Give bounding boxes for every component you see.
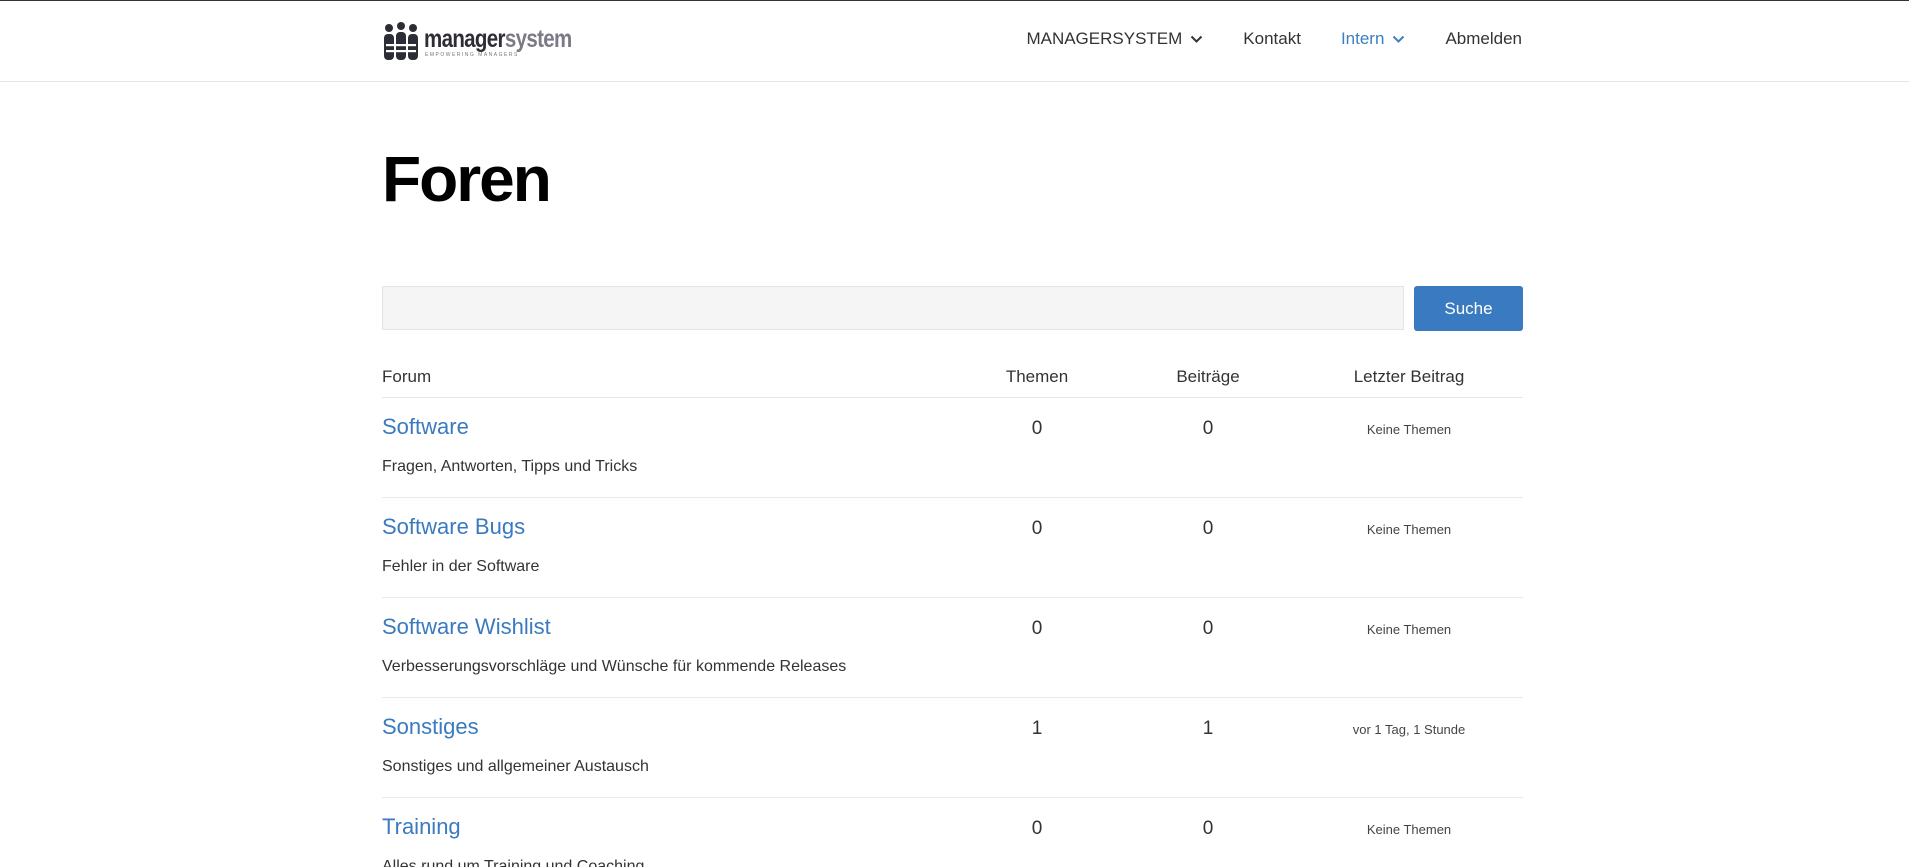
site-header: managersystem EMPOWERING MANAGERS MANAGE… <box>0 1 1909 82</box>
forum-link-training[interactable]: Training <box>382 814 461 840</box>
last-post-value: Keine Themen <box>1366 622 1452 637</box>
topic-count-value: 0 <box>1031 518 1043 539</box>
forum-description: Sonstiges und allgemeiner Austausch <box>382 758 649 775</box>
table-row: Software Wishlist Verbesserungsvorschläg… <box>382 598 1523 698</box>
page: managersystem EMPOWERING MANAGERS MANAGE… <box>0 0 1909 867</box>
post-count-value: 0 <box>1202 418 1214 439</box>
search-input[interactable] <box>382 286 1404 330</box>
nav-item-label: Intern <box>1340 29 1385 48</box>
column-header-forum: Forum <box>382 367 431 387</box>
forum-description: Fehler in der Software <box>382 558 540 575</box>
column-header-label: Beiträge <box>1176 367 1240 386</box>
column-header-label: Forum <box>382 367 432 386</box>
topic-count-value: 0 <box>1031 818 1043 839</box>
topic-count-value: 0 <box>1031 418 1043 439</box>
forum-table: Forum Themen Beiträge Letzter Beitrag So… <box>382 363 1523 867</box>
forum-description: Verbesserungsvorschläge und Wünsche für … <box>382 658 847 675</box>
last-post-value: Keine Themen <box>1366 422 1452 437</box>
page-title: Foren <box>382 143 552 215</box>
column-header-label: Themen <box>1005 367 1069 386</box>
forum-link-software-wishlist[interactable]: Software Wishlist <box>382 614 551 640</box>
nav-item-abmelden[interactable]: Abmelden <box>1445 29 1522 49</box>
post-count-value: 1 <box>1202 718 1214 739</box>
nav-item-kontakt[interactable]: Kontakt <box>1243 29 1301 49</box>
last-post-value: vor 1 Tag, 1 Stunde <box>1352 722 1466 737</box>
topic-count-value: 1 <box>1031 718 1043 739</box>
forum-link-software[interactable]: Software <box>382 414 469 440</box>
nav-item-label: Kontakt <box>1243 29 1301 48</box>
chevron-down-icon <box>1191 35 1203 43</box>
site-logo[interactable]: managersystem EMPOWERING MANAGERS <box>382 21 604 63</box>
nav-item-intern[interactable]: Intern <box>1341 29 1405 49</box>
last-post-value: Keine Themen <box>1366 522 1452 537</box>
forum-link-software-bugs[interactable]: Software Bugs <box>382 514 525 540</box>
post-count-value: 0 <box>1202 818 1214 839</box>
post-count-value: 0 <box>1202 518 1214 539</box>
nav-item-managersystem[interactable]: MANAGERSYSTEM <box>1026 29 1203 49</box>
forum-link-sonstiges[interactable]: Sonstiges <box>382 714 479 740</box>
logo-wordmark: managersystem <box>424 24 572 53</box>
logo-tagline: EMPOWERING MANAGERS <box>425 51 519 58</box>
nav-item-label: MANAGERSYSTEM <box>1026 29 1183 48</box>
forum-description: Fragen, Antworten, Tipps und Tricks <box>382 458 638 475</box>
people-logo-icon <box>384 22 418 60</box>
post-count-value: 0 <box>1202 618 1214 639</box>
forum-description: Alles rund um Training und Coaching <box>382 858 645 867</box>
table-row: Software Bugs Fehler in der Software 0 0… <box>382 498 1523 598</box>
logo-word-part1: manager <box>424 24 506 53</box>
topic-count-value: 0 <box>1031 618 1043 639</box>
nav-item-label: Abmelden <box>1445 29 1522 48</box>
main-nav: MANAGERSYSTEM Kontakt Intern Abmelden <box>1026 29 1522 49</box>
table-header: Forum Themen Beiträge Letzter Beitrag <box>382 363 1523 398</box>
column-header-label: Letzter Beitrag <box>1353 367 1465 386</box>
search-button[interactable]: Suche <box>1414 286 1523 331</box>
logo-text: managersystem EMPOWERING MANAGERS <box>424 24 604 58</box>
last-post-value: Keine Themen <box>1366 822 1452 837</box>
table-row: Training Alles rund um Training und Coac… <box>382 798 1523 867</box>
table-row: Sonstiges Sonstiges und allgemeiner Aust… <box>382 698 1523 798</box>
chevron-down-icon <box>1393 35 1405 43</box>
table-row: Software Fragen, Antworten, Tipps und Tr… <box>382 398 1523 498</box>
logo-word-part2: system <box>504 24 572 53</box>
